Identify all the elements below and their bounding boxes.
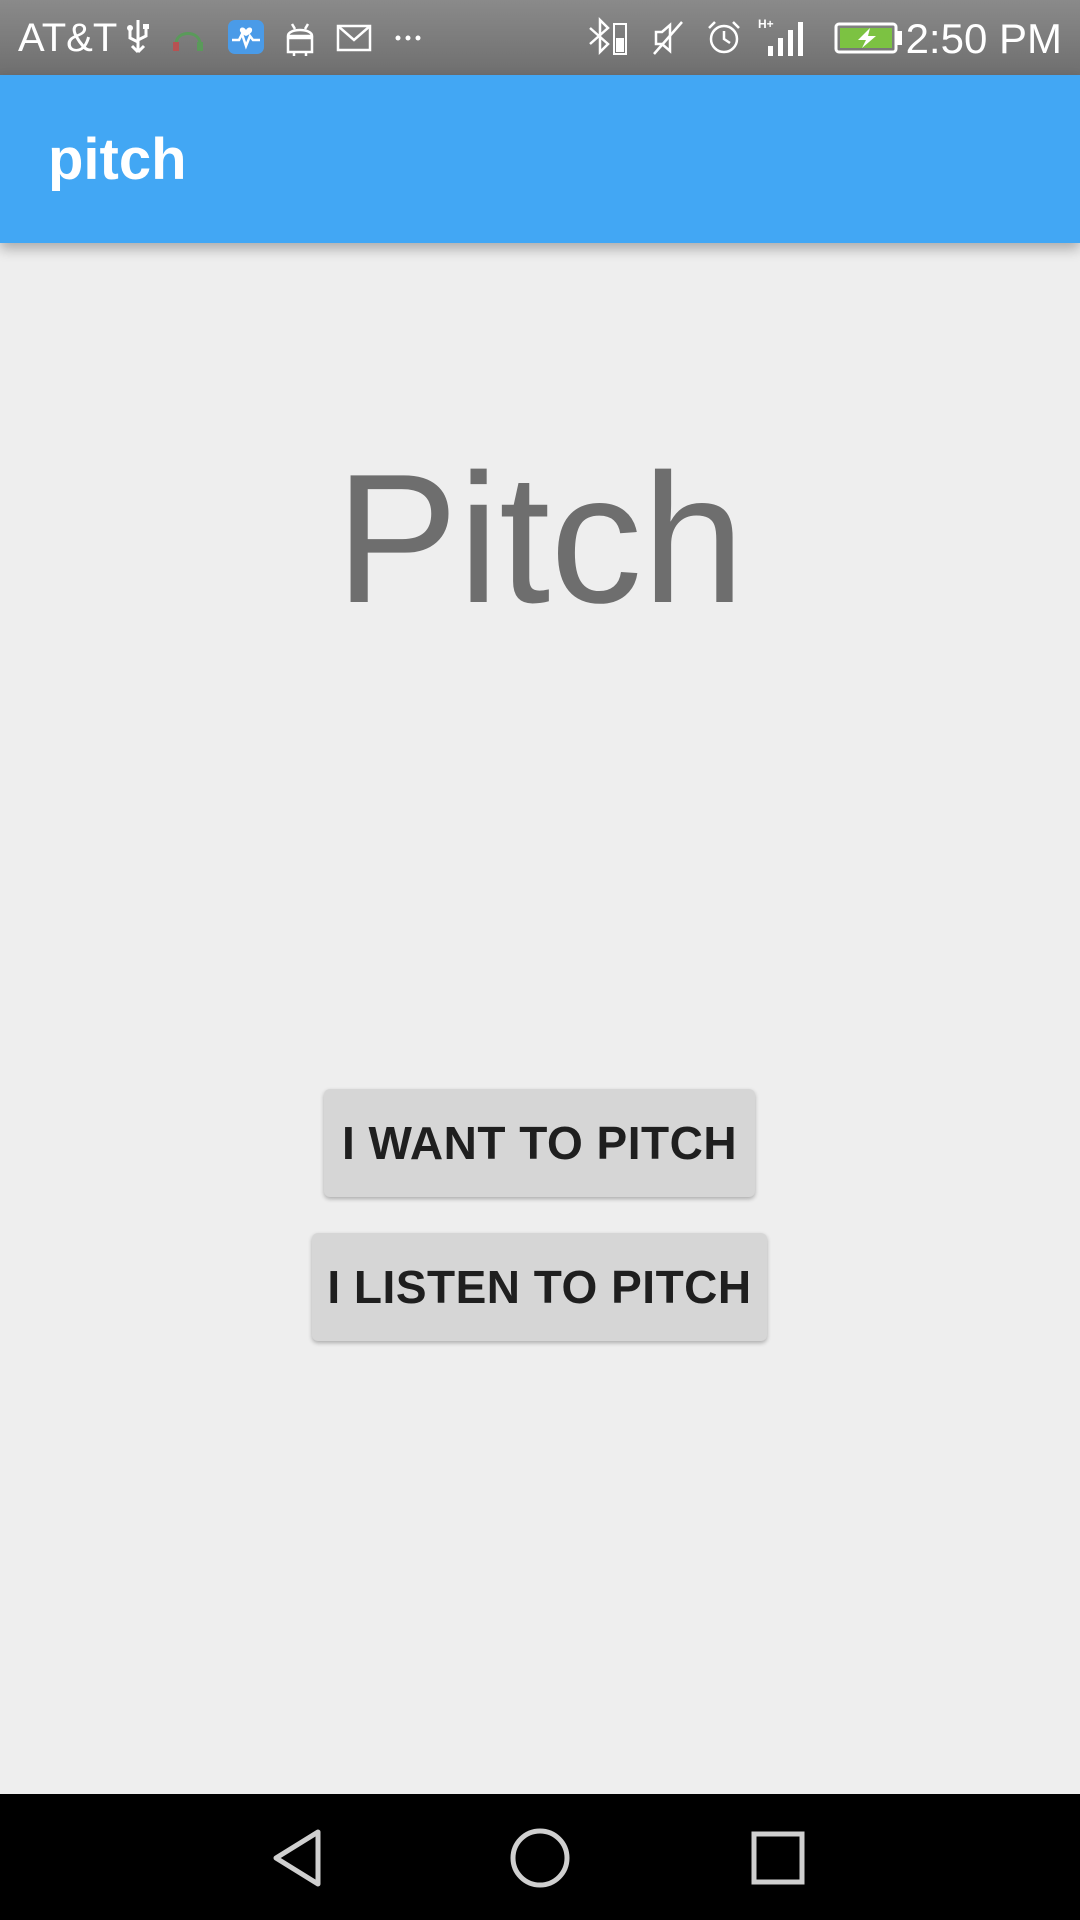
carrier-label: AT&T	[18, 16, 118, 60]
main-content: Pitch I WANT TO PITCH I LISTEN TO PITCH	[0, 243, 1080, 1794]
status-bar: AT&T H+ 2:50 PM	[0, 0, 1080, 75]
more-notifications-icon	[395, 35, 421, 41]
home-icon[interactable]	[504, 1822, 576, 1894]
app-bar: pitch	[0, 75, 1080, 243]
battery-charging-icon	[834, 22, 902, 54]
email-icon	[336, 24, 372, 52]
bluetooth-icon	[589, 16, 627, 56]
app-screen: AT&T H+ 2:50 PM pitch Pitch I WANT TO PI…	[0, 0, 1080, 1920]
hero-title: Pitch	[335, 435, 745, 641]
android-icon	[286, 23, 314, 56]
want-to-pitch-button[interactable]: I WANT TO PITCH	[324, 1089, 755, 1197]
svg-text:H+: H+	[758, 17, 774, 31]
mute-icon	[653, 21, 683, 55]
listen-to-pitch-button-label: I LISTEN TO PITCH	[327, 1261, 752, 1313]
recents-icon[interactable]	[742, 1822, 814, 1894]
alarm-icon	[708, 21, 740, 54]
signal-icon: H+	[758, 17, 803, 56]
want-to-pitch-button-label: I WANT TO PITCH	[341, 1117, 738, 1169]
listen-to-pitch-button[interactable]: I LISTEN TO PITCH	[312, 1233, 767, 1341]
navigation-bar	[0, 1794, 1080, 1920]
usb-icon	[127, 20, 149, 54]
headset-icon	[173, 32, 203, 51]
app-title: pitch	[48, 127, 187, 192]
back-icon[interactable]	[264, 1822, 336, 1894]
health-app-icon	[228, 20, 264, 54]
clock: 2:50 PM	[905, 15, 1062, 62]
